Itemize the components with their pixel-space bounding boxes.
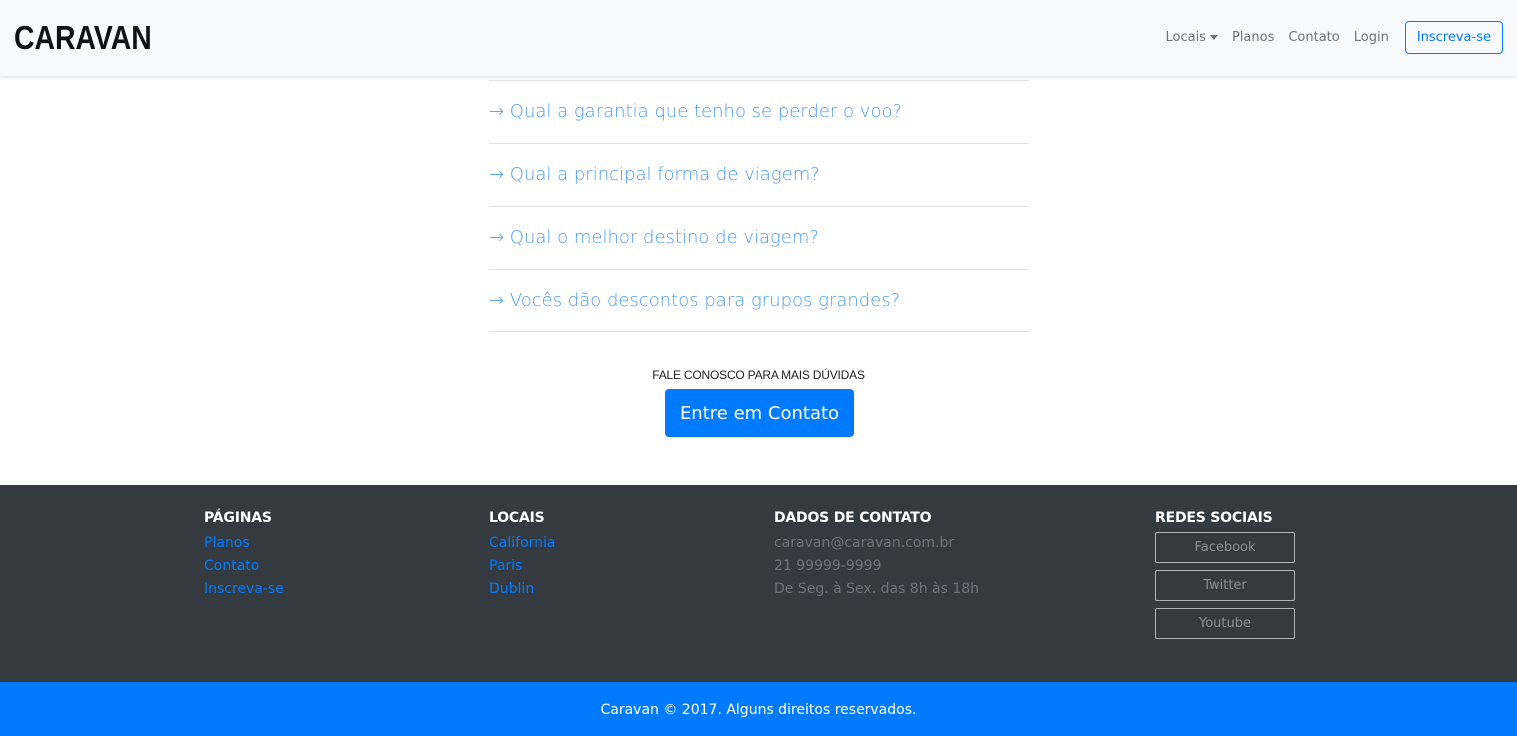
footer-locations-title: LOCAIS	[489, 510, 545, 526]
nav-login[interactable]: Login	[1354, 30, 1389, 45]
faq-item[interactable]: → Vocês dão descontos para grupos grande…	[489, 269, 1029, 332]
faq-item[interactable]: → Qual a garantia que tenho se perder o …	[489, 80, 1029, 143]
footer-link-dublin[interactable]: Dublin	[489, 578, 555, 601]
nav-locais-label: Locais	[1165, 30, 1206, 45]
footer-contact-title: DADOS DE CONTATO	[774, 510, 932, 526]
navbar: CARAVAN Locais Planos Contato Login Insc…	[0, 0, 1517, 76]
footer-link-california[interactable]: California	[489, 532, 555, 555]
footer-link-paris[interactable]: Paris	[489, 555, 555, 578]
cta-text: FALE CONOSCO PARA MAIS DÚVIDAS	[652, 368, 865, 382]
footer-pages: PÁGINAS Planos Contato Inscreva-se	[204, 510, 284, 601]
faq-list: → Qual a garantia que tenho se perder o …	[489, 80, 1029, 332]
nav-links: Locais Planos Contato Login Inscreva-se	[1151, 21, 1503, 54]
footer: PÁGINAS Planos Contato Inscreva-se LOCAI…	[0, 485, 1517, 682]
footer-link-inscreva[interactable]: Inscreva-se	[204, 578, 284, 601]
footer-contact: DADOS DE CONTATO caravan@caravan.com.br …	[774, 510, 979, 601]
contact-phone: 21 99999-9999	[774, 558, 882, 574]
nav-contato[interactable]: Contato	[1288, 30, 1339, 45]
caret-down-icon	[1209, 35, 1218, 40]
contact-email: caravan@caravan.com.br	[774, 535, 955, 551]
footer-pages-title: PÁGINAS	[204, 510, 272, 526]
footer-link-contato[interactable]: Contato	[204, 555, 284, 578]
signup-button[interactable]: Inscreva-se	[1404, 21, 1503, 54]
nav-planos[interactable]: Planos	[1232, 30, 1274, 45]
twitter-button[interactable]: Twitter	[1155, 570, 1295, 601]
youtube-button[interactable]: Youtube	[1155, 608, 1295, 639]
contact-button[interactable]: Entre em Contato	[665, 389, 854, 437]
copyright-bar: Caravan © 2017. Alguns direitos reservad…	[0, 682, 1517, 736]
nav-locais-dropdown[interactable]: Locais	[1165, 30, 1218, 45]
footer-link-planos[interactable]: Planos	[204, 532, 284, 555]
footer-social: REDES SOCIAIS Facebook Twitter Youtube	[1155, 510, 1295, 646]
footer-social-title: REDES SOCIAIS	[1155, 510, 1273, 526]
faq-item[interactable]: → Qual a principal forma de viagem?	[489, 143, 1029, 206]
footer-locations: LOCAIS California Paris Dublin	[489, 510, 555, 601]
contact-hours: De Seg. à Sex. das 8h às 18h	[774, 581, 980, 597]
brand-logo[interactable]: CARAVAN	[14, 19, 152, 57]
faq-item[interactable]: → Qual o melhor destino de viagem?	[489, 206, 1029, 269]
facebook-button[interactable]: Facebook	[1155, 532, 1295, 563]
